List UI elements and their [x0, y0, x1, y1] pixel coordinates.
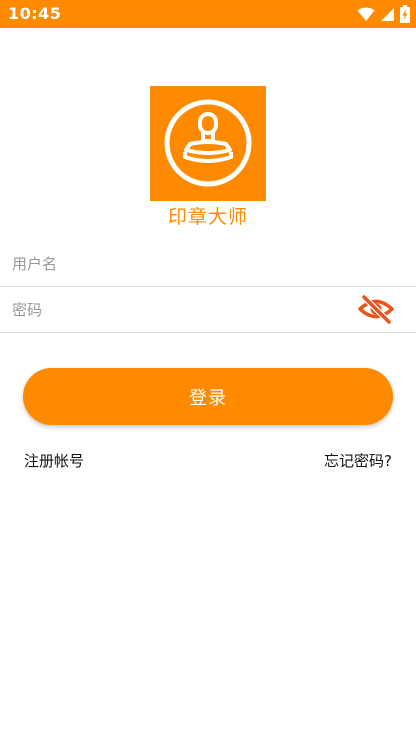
status-time: 10:45 [8, 4, 62, 23]
username-input[interactable] [12, 241, 342, 286]
app-logo [150, 86, 266, 201]
status-icons [357, 5, 410, 23]
wifi-icon [357, 6, 375, 22]
app-name: 印章大师 [167, 206, 248, 228]
password-field-row [0, 287, 416, 333]
battery-charging-icon [400, 5, 410, 23]
register-link[interactable]: 注册帐号 [24, 450, 84, 471]
password-input[interactable] [12, 287, 342, 332]
login-button[interactable]: 登录 [23, 368, 393, 425]
status-bar: 10:45 [0, 0, 416, 28]
cellular-signal-icon [380, 7, 395, 22]
eye-off-icon[interactable] [358, 293, 394, 325]
username-field-row [0, 241, 416, 287]
forgot-password-link[interactable]: 忘记密码? [324, 450, 392, 471]
